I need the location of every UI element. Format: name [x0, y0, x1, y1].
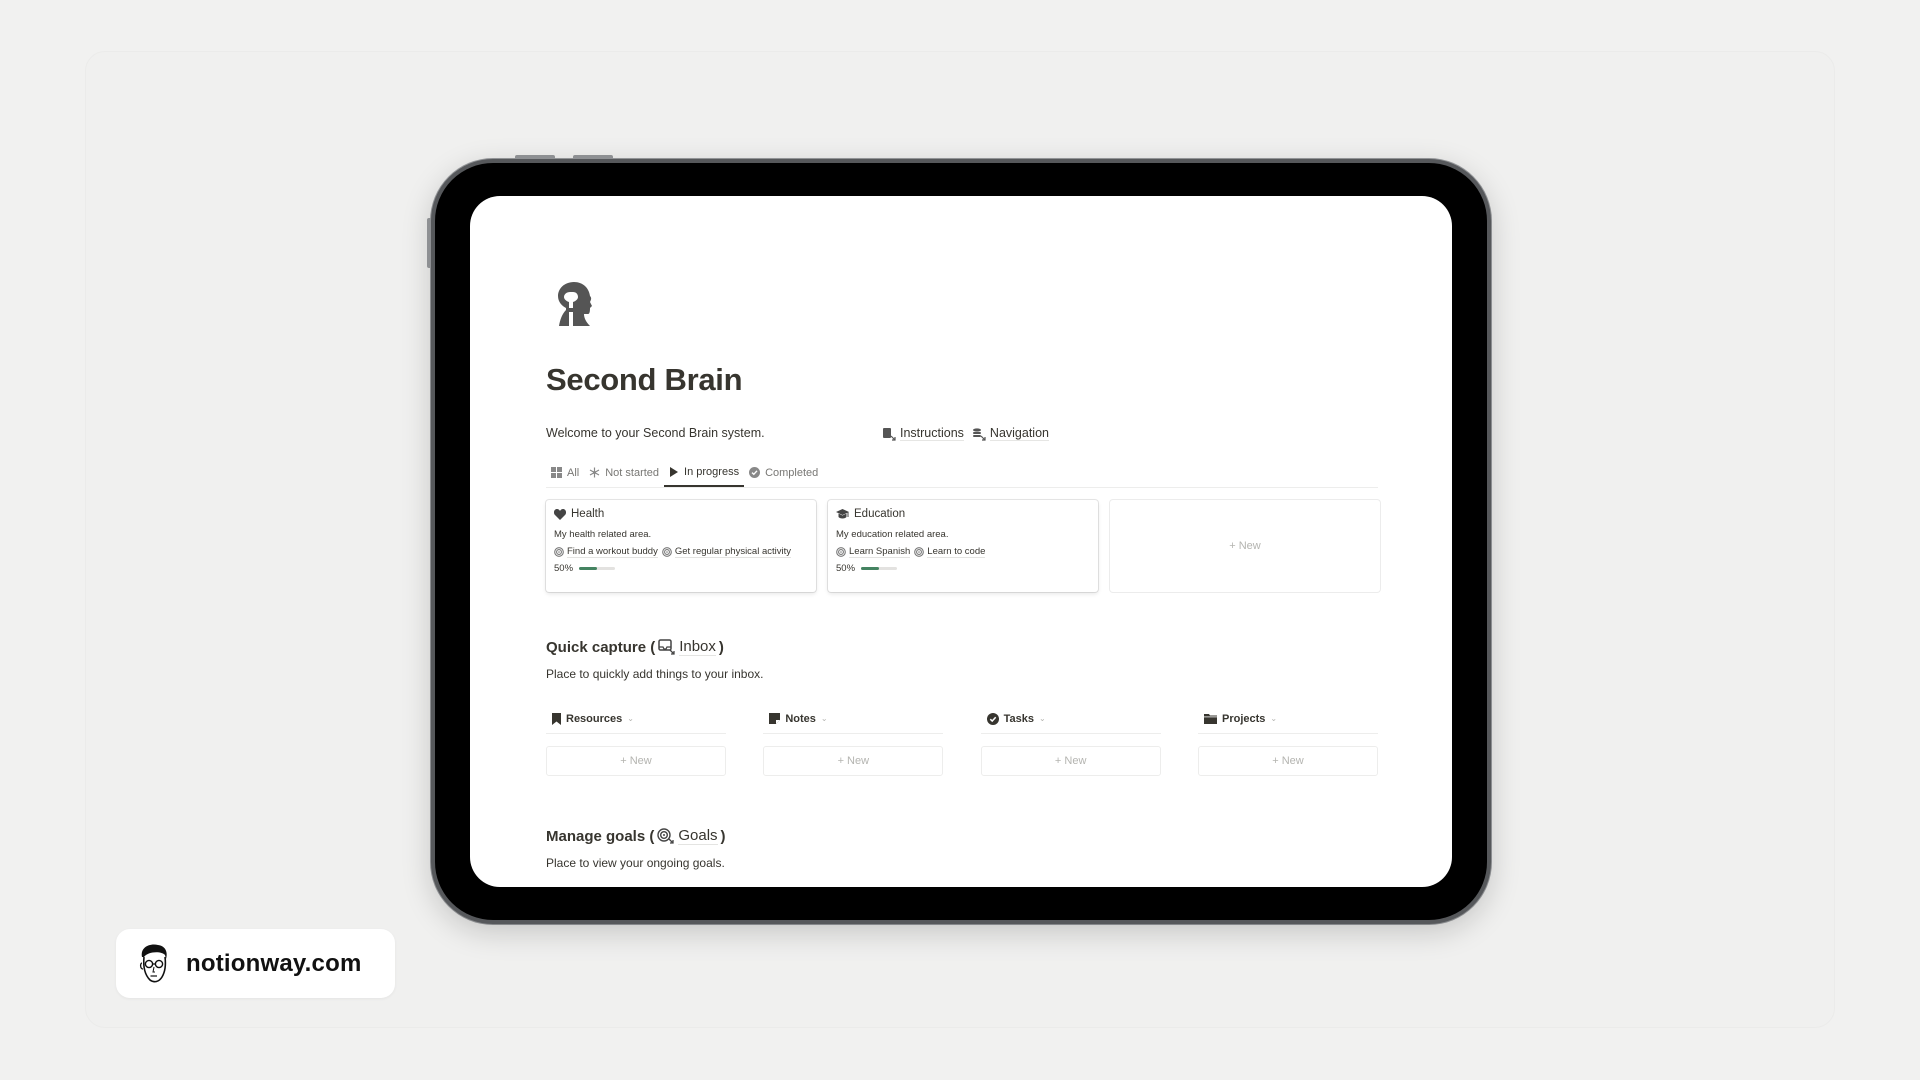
quick-capture-description: Place to quickly add things to your inbo…: [546, 667, 764, 681]
instructions-label: Instructions: [900, 426, 964, 441]
new-area-button[interactable]: + New: [1110, 500, 1380, 592]
brand-badge[interactable]: notionway.com: [116, 929, 395, 998]
tab-completed[interactable]: Completed: [744, 464, 823, 487]
heading-text: Manage goals (: [546, 827, 655, 845]
new-button[interactable]: + New: [1197, 746, 1378, 776]
target-icon: [554, 547, 564, 557]
brand-site-text: notionway.com: [186, 949, 362, 977]
database-tasks: Tasks ⌄ + New: [980, 704, 1161, 776]
database-label: Resources: [566, 712, 623, 725]
manage-goals-heading: Manage goals ( Goals ): [546, 827, 726, 845]
database-title[interactable]: Notes ⌄: [763, 704, 944, 734]
area-description: My education related area.: [836, 529, 949, 540]
goal-label: Find a workout buddy: [567, 546, 658, 558]
brain-head-icon: [554, 280, 598, 328]
goals-link-icon: [657, 828, 675, 844]
instructions-link[interactable]: Instructions: [882, 426, 964, 441]
goal-link[interactable]: Find a workout buddy: [554, 546, 658, 558]
new-button[interactable]: + New: [980, 746, 1161, 776]
database-title[interactable]: Projects ⌄: [1197, 704, 1378, 734]
tab-all[interactable]: All: [546, 464, 584, 487]
tab-label: Not started: [605, 466, 660, 479]
device-button: [427, 218, 431, 268]
inbox-link[interactable]: Inbox: [679, 638, 716, 656]
note-icon: [769, 713, 781, 724]
tab-not-started[interactable]: Not started: [584, 464, 664, 487]
play-icon: [669, 466, 679, 477]
heading-text: ): [718, 638, 724, 656]
device-button: [573, 155, 613, 159]
database-notes: Notes ⌄ + New: [763, 704, 944, 776]
progress-label: 50%: [554, 563, 574, 574]
database-label: Notes: [785, 712, 816, 725]
database-title[interactable]: Tasks ⌄: [980, 704, 1161, 734]
goal-label: Get regular physical activity: [674, 546, 792, 558]
heart-icon: [554, 508, 566, 520]
tab-in-progress[interactable]: In progress: [664, 464, 745, 487]
chevron-down-icon: ⌄: [1039, 714, 1046, 723]
quick-capture-databases: Resources ⌄ + New Notes ⌄ + New Tasks ⌄ …: [546, 704, 1378, 776]
area-description: My health related area.: [554, 529, 652, 540]
folder-icon: [1203, 713, 1217, 724]
tablet-device: Second Brain Welcome to your Second Brai…: [427, 155, 1491, 924]
graduation-cap-icon: [836, 508, 849, 520]
device-button: [515, 155, 555, 159]
areas-gallery: Health My health related area. Find a wo…: [546, 500, 1380, 592]
navigation-label: Navigation: [989, 426, 1049, 441]
target-icon: [661, 547, 672, 557]
progress-bar: [579, 567, 616, 570]
heading-text: Quick capture (: [546, 638, 656, 656]
new-button[interactable]: + New: [546, 746, 726, 776]
area-card-health[interactable]: Health My health related area. Find a wo…: [546, 500, 816, 592]
quick-capture-heading: Quick capture ( Inbox ): [546, 638, 724, 656]
heading-text: ): [720, 827, 726, 845]
welcome-text: Welcome to your Second Brain system.: [546, 426, 765, 440]
target-icon: [836, 547, 846, 557]
goal-link[interactable]: Learn to code: [914, 546, 986, 558]
area-card-education[interactable]: Education My education related area. Lea…: [828, 500, 1098, 592]
manage-goals-description: Place to view your ongoing goals.: [546, 856, 725, 870]
view-tabs: All Not started In progress Completed: [546, 464, 1378, 488]
progress-label: 50%: [836, 563, 856, 574]
database-label: Tasks: [1003, 712, 1035, 725]
database-title[interactable]: Resources ⌄: [546, 704, 726, 734]
goals-link[interactable]: Goals: [678, 827, 718, 845]
book-link-icon: [882, 427, 896, 441]
snowflake-icon: [589, 467, 600, 478]
avatar-icon: [136, 943, 170, 985]
navigation-link[interactable]: Navigation: [972, 426, 1049, 441]
target-icon: [914, 547, 925, 557]
tab-label: All: [567, 466, 580, 479]
progress-bar-fill: [579, 567, 598, 570]
goal-link[interactable]: Get regular physical activity: [661, 546, 792, 558]
inbox-link-icon: [658, 639, 676, 655]
goal-label: Learn Spanish: [849, 546, 911, 558]
chevron-down-icon: ⌄: [627, 714, 634, 723]
new-button[interactable]: + New: [763, 746, 944, 776]
grid-icon: [551, 467, 562, 478]
progress-bar-fill: [861, 567, 880, 570]
chevron-down-icon: ⌄: [820, 714, 828, 723]
goal-link[interactable]: Learn Spanish: [836, 546, 911, 558]
database-label: Projects: [1221, 712, 1266, 725]
database-link-icon: [972, 427, 986, 441]
chevron-down-icon: ⌄: [1270, 714, 1278, 723]
tab-label: Completed: [765, 466, 819, 479]
page-title: Second Brain: [546, 362, 743, 397]
progress-bar: [861, 567, 898, 570]
page-links: Instructions Navigation: [882, 426, 1049, 441]
database-resources: Resources ⌄ + New: [546, 704, 726, 776]
area-name: Health: [571, 508, 605, 520]
check-circle-icon: [986, 712, 999, 725]
notion-page: Second Brain Welcome to your Second Brai…: [470, 196, 1452, 887]
area-name: Education: [854, 508, 906, 520]
database-projects: Projects ⌄ + New: [1197, 704, 1378, 776]
goal-label: Learn to code: [927, 546, 986, 558]
tab-label: In progress: [684, 465, 740, 478]
bookmark-icon: [552, 712, 561, 725]
check-circle-icon: [749, 467, 761, 478]
